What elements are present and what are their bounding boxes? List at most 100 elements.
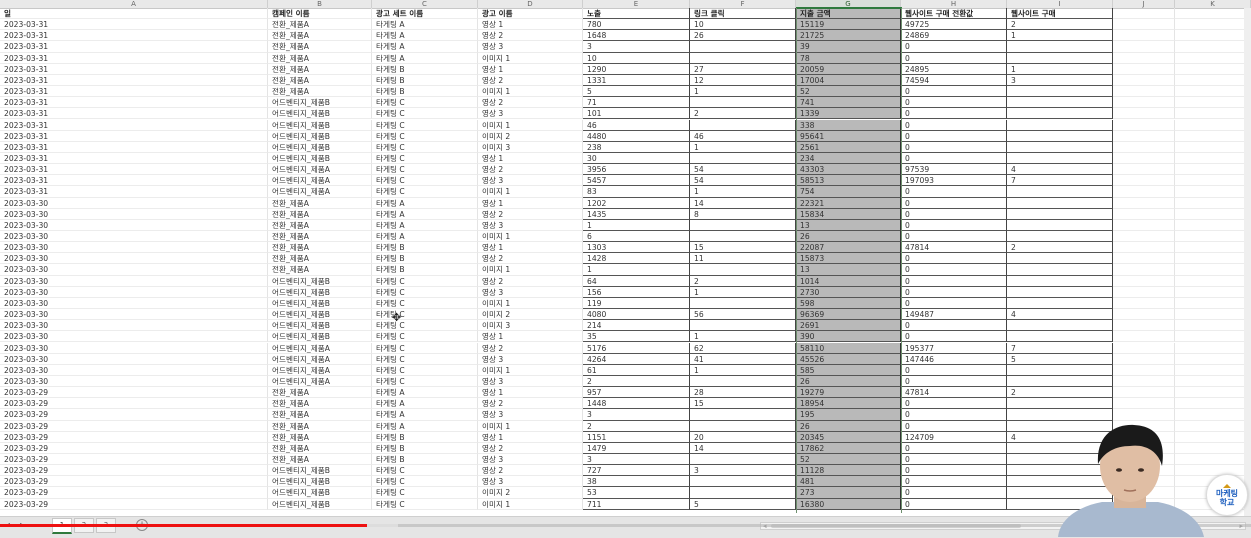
table-cell[interactable]: 0 [901,197,1007,209]
table-cell[interactable]: 0 [901,97,1007,109]
table-cell[interactable] [1007,152,1113,165]
table-cell[interactable]: 타게팅 A [372,208,478,220]
table-cell[interactable]: 영상 2 [478,275,583,287]
table-cell[interactable]: 영상 2 [478,30,583,42]
header-cell[interactable]: 노출 [583,8,690,20]
table-cell[interactable]: 0 [901,409,1007,421]
table-cell[interactable]: 3 [583,409,690,421]
table-cell[interactable]: 0 [901,275,1007,287]
table-cell[interactable]: 2023-03-30 [0,297,268,310]
table-cell[interactable] [1175,297,1251,310]
table-cell[interactable]: 15834 [796,208,901,220]
table-cell[interactable]: 2023-03-31 [0,175,268,187]
table-cell[interactable]: 2023-03-31 [0,164,268,176]
table-cell[interactable]: 2 [1007,387,1113,399]
table-cell[interactable]: 47814 [901,387,1007,399]
table-cell[interactable]: 타게팅 A [372,197,478,209]
table-cell[interactable] [690,297,796,310]
table-cell[interactable] [1175,130,1251,142]
table-cell[interactable]: 2023-03-29 [0,442,268,454]
table-cell[interactable] [1113,30,1175,42]
table-cell[interactable]: 전환_제품A [268,431,372,443]
table-cell[interactable]: 타게팅 C [372,331,478,343]
table-cell[interactable]: 전환_제품A [268,454,372,466]
table-cell[interactable]: 전환_제품A [268,219,372,231]
table-cell[interactable] [1113,152,1175,165]
table-cell[interactable]: 2023-03-29 [0,487,268,499]
table-cell[interactable]: 5176 [583,342,690,354]
table-cell[interactable]: 타게팅 C [372,164,478,176]
table-cell[interactable]: 0 [901,320,1007,332]
table-cell[interactable]: 전환_제품A [268,264,372,276]
table-cell[interactable] [690,264,796,276]
table-cell[interactable]: 585 [796,364,901,376]
table-cell[interactable]: 이미지 1 [478,119,583,131]
table-cell[interactable]: 11 [690,253,796,265]
table-cell[interactable]: 영상 2 [478,164,583,176]
table-cell[interactable] [1175,52,1251,64]
table-cell[interactable] [1113,387,1175,399]
table-cell[interactable]: 영상 1 [478,387,583,399]
table-cell[interactable]: 13 [796,219,901,231]
table-cell[interactable]: 2023-03-29 [0,454,268,466]
table-cell[interactable]: 타게팅 C [372,141,478,153]
table-cell[interactable]: 영상 2 [478,398,583,410]
table-cell[interactable]: 어드벤티지_제품B [268,108,372,120]
table-cell[interactable]: 149487 [901,309,1007,321]
table-cell[interactable]: 56 [690,309,796,321]
table-cell[interactable]: 0 [901,420,1007,432]
table-cell[interactable]: 74594 [901,74,1007,87]
table-cell[interactable]: 어드벤티지_제품B [268,465,372,477]
table-cell[interactable] [1007,86,1113,98]
table-cell[interactable]: 전환_제품A [268,52,372,64]
table-cell[interactable]: 2023-03-31 [0,63,268,75]
table-cell[interactable]: 어드벤티지_제품B [268,141,372,153]
table-cell[interactable]: 2023-03-30 [0,197,268,209]
table-cell[interactable]: 14 [690,442,796,454]
column-header-b[interactable]: B [268,0,372,8]
table-cell[interactable]: 이미지 1 [478,231,583,243]
header-cell[interactable]: 광고 세트 이름 [372,8,478,20]
table-cell[interactable]: 49725 [901,19,1007,31]
table-cell[interactable]: 2 [1007,19,1113,31]
table-cell[interactable]: 0 [901,119,1007,131]
table-cell[interactable]: 이미지 3 [478,320,583,332]
header-cell[interactable]: 캠페인 이름 [268,8,372,20]
table-cell[interactable]: 4480 [583,130,690,142]
table-cell[interactable]: 54 [690,175,796,187]
table-cell[interactable]: 1 [690,86,796,98]
table-cell[interactable]: 전환_제품A [268,74,372,87]
table-cell[interactable] [1175,342,1251,354]
table-cell[interactable]: 이미지 3 [478,141,583,153]
table-cell[interactable]: 이미지 2 [478,487,583,499]
table-cell[interactable] [1175,364,1251,376]
table-cell[interactable]: 영상 3 [478,454,583,466]
table-cell[interactable]: 타게팅 C [372,364,478,376]
table-cell[interactable]: 이미지 2 [478,309,583,321]
table-cell[interactable] [690,454,796,466]
table-cell[interactable]: 어드벤티지_제품B [268,97,372,109]
table-cell[interactable]: 28 [690,387,796,399]
table-cell[interactable]: 156 [583,286,690,298]
table-cell[interactable]: 어드벤티지_제품A [268,175,372,187]
table-cell[interactable]: 62 [690,342,796,354]
table-cell[interactable]: 2023-03-30 [0,375,268,388]
table-cell[interactable]: 15873 [796,253,901,265]
table-cell[interactable]: 영상 2 [478,74,583,87]
table-cell[interactable]: 1 [690,186,796,198]
table-cell[interactable]: 38 [583,476,690,488]
table-cell[interactable]: 3 [1007,74,1113,87]
table-cell[interactable] [1175,186,1251,198]
table-cell[interactable] [1113,409,1175,421]
table-cell[interactable]: 17004 [796,74,901,87]
table-cell[interactable] [1175,375,1251,388]
table-cell[interactable]: 21725 [796,30,901,42]
table-cell[interactable]: 214 [583,320,690,332]
table-cell[interactable] [1007,375,1113,388]
table-cell[interactable]: 어드벤티지_제품B [268,130,372,142]
table-cell[interactable]: 타게팅 C [372,487,478,499]
table-cell[interactable] [1113,375,1175,388]
table-cell[interactable] [1113,364,1175,376]
table-cell[interactable]: 1 [690,141,796,153]
table-cell[interactable]: 481 [796,476,901,488]
